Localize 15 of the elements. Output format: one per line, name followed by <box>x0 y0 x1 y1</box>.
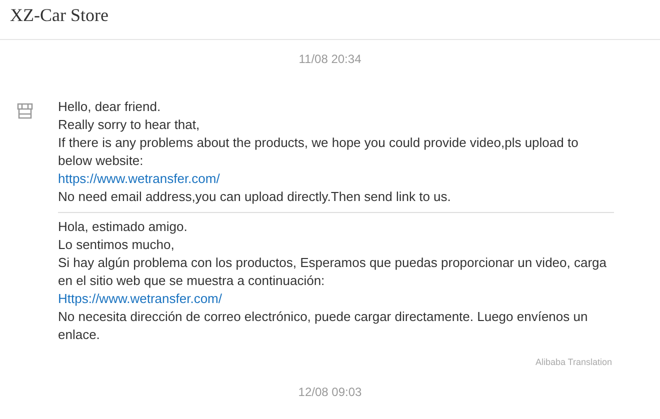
website-link[interactable]: https://www.wetransfer.com/ <box>58 171 220 186</box>
website-link[interactable]: Https://www.wetransfer.com/ <box>58 291 222 306</box>
message-line: Lo sentimos mucho, <box>58 236 176 254</box>
timestamp: 11/08 20:34 <box>298 52 362 66</box>
translation-credit: Alibaba Translation <box>535 357 612 367</box>
message-line: No need email address,you can upload directly.Then send link to us. <box>58 188 452 206</box>
message-line: Hello, dear friend. <box>58 98 162 116</box>
timestamp: 12/08 09:03 <box>298 385 362 399</box>
message-line: No necesita dirección de correo electrónico, puede cargar directamente. Luego envíenos un enlace. <box>58 308 589 344</box>
store-icon <box>16 102 34 120</box>
message-line: If there is any problems about the products, we hope you could provide video,pls upload to below website: <box>58 134 580 170</box>
message-line: Really sorry to hear that, <box>58 116 201 134</box>
message-line: Si hay algún problema con los productos, Esperamos que puedas proporcionar un video, carga en el sitio web que se muestra a continuación: <box>58 254 608 290</box>
message-line: Hola, estimado amigo. <box>58 218 188 236</box>
chat-title: XZ-Car Store <box>9 4 108 26</box>
